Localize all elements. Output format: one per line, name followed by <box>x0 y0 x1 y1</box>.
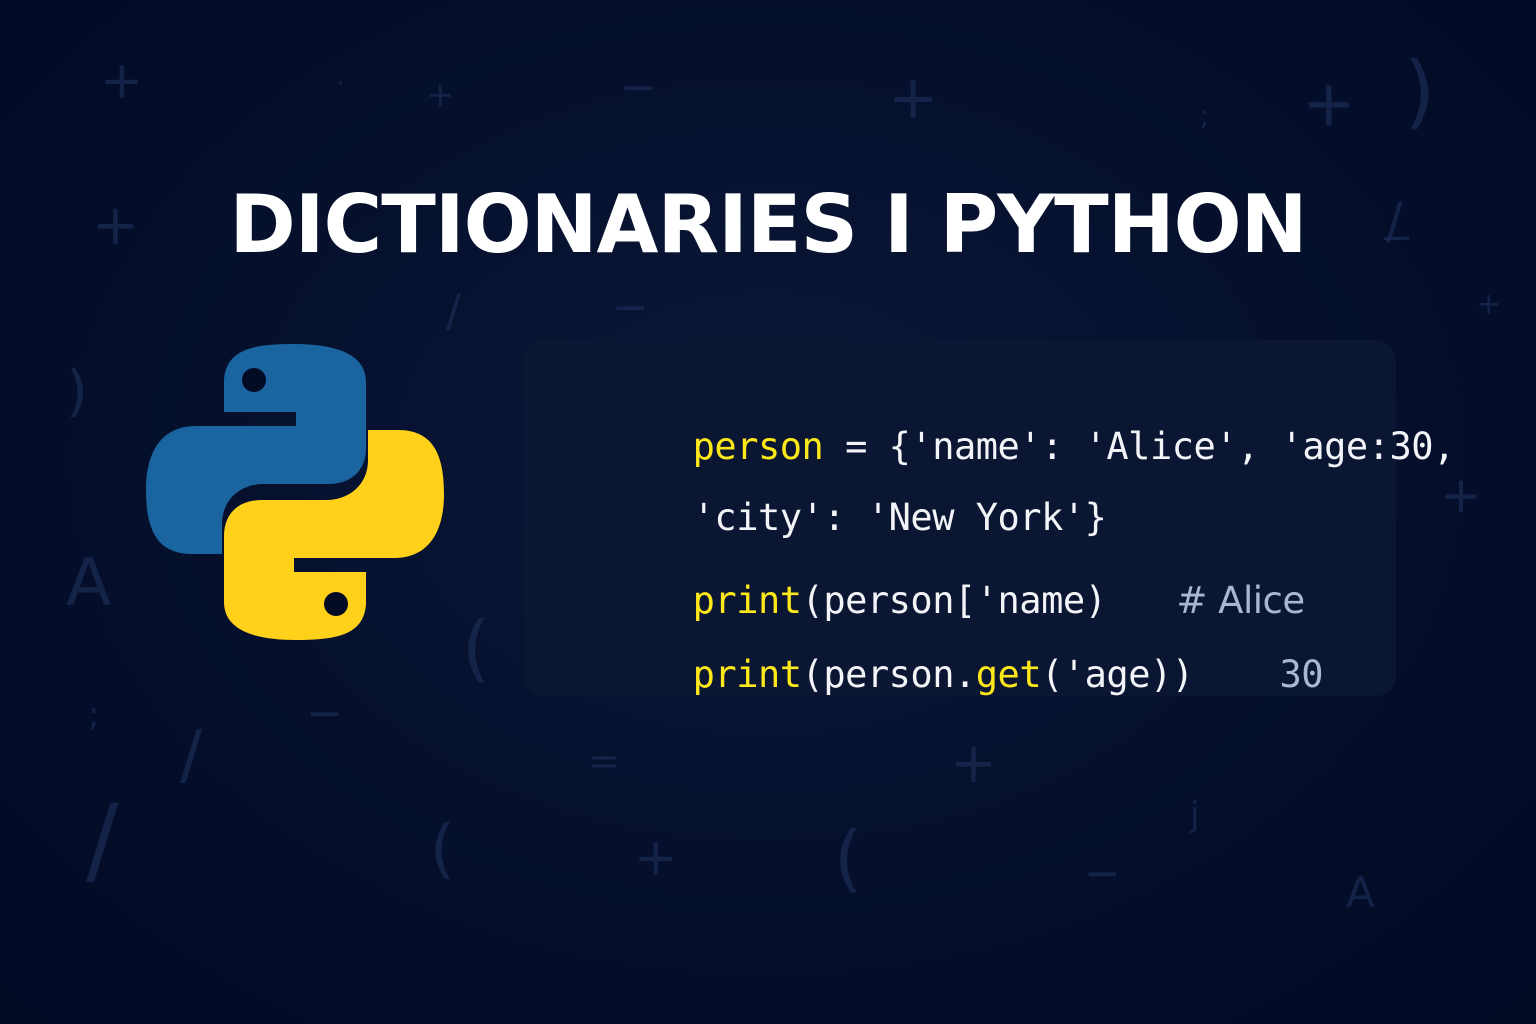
bg-glyph: j <box>1190 795 1200 835</box>
bg-glyph: − <box>612 282 649 333</box>
bg-glyph: + <box>950 731 997 796</box>
bg-glyph: / <box>86 784 119 896</box>
bg-glyph: A <box>66 544 112 621</box>
bg-glyph: + <box>1302 67 1356 141</box>
bg-glyph: − <box>1084 848 1121 899</box>
print-function: print <box>692 653 802 696</box>
bg-glyph: ) <box>66 359 88 424</box>
bg-glyph: ( <box>462 606 491 690</box>
print-args-start: (person. <box>801 653 977 696</box>
bg-glyph: / <box>180 716 203 793</box>
code-line-4: print(person.get('age)) 30 <box>562 610 1324 739</box>
bg-glyph: ( <box>834 816 863 900</box>
bg-glyph: + <box>888 63 939 133</box>
bg-glyph: ( <box>430 813 455 887</box>
bg-glyph: − <box>306 688 343 739</box>
bg-glyph: + <box>1476 287 1502 322</box>
python-logo-icon <box>146 344 444 640</box>
print-args-end: ('age)) <box>1041 653 1194 696</box>
bg-glyph: − <box>620 62 657 113</box>
bg-glyph: ; <box>88 695 100 735</box>
bg-glyph: = <box>588 739 620 783</box>
bg-glyph: + <box>100 51 144 111</box>
get-method: get <box>975 653 1042 696</box>
bg-glyph: ) <box>1404 45 1436 138</box>
dict-literal-continued: 'city': 'New York'} <box>692 496 1107 539</box>
code-panel: person = {'name': 'Alice', 'age:30, 'cit… <box>524 340 1455 696</box>
bg-glyph: ; <box>1200 99 1210 132</box>
python-dictionaries-slide: + + + + + + + + + − − − − − ) ) ( ( ( / … <box>0 0 1536 1024</box>
bg-glyph: / <box>446 286 461 337</box>
bg-glyph: A <box>1346 868 1375 917</box>
bg-glyph: + <box>634 828 678 888</box>
bg-glyph: + <box>426 75 455 115</box>
code-output: 30 <box>1279 653 1324 696</box>
page-title: DICTIONARIES I PYTHON <box>229 178 1307 271</box>
bg-glyph: · <box>336 67 345 100</box>
